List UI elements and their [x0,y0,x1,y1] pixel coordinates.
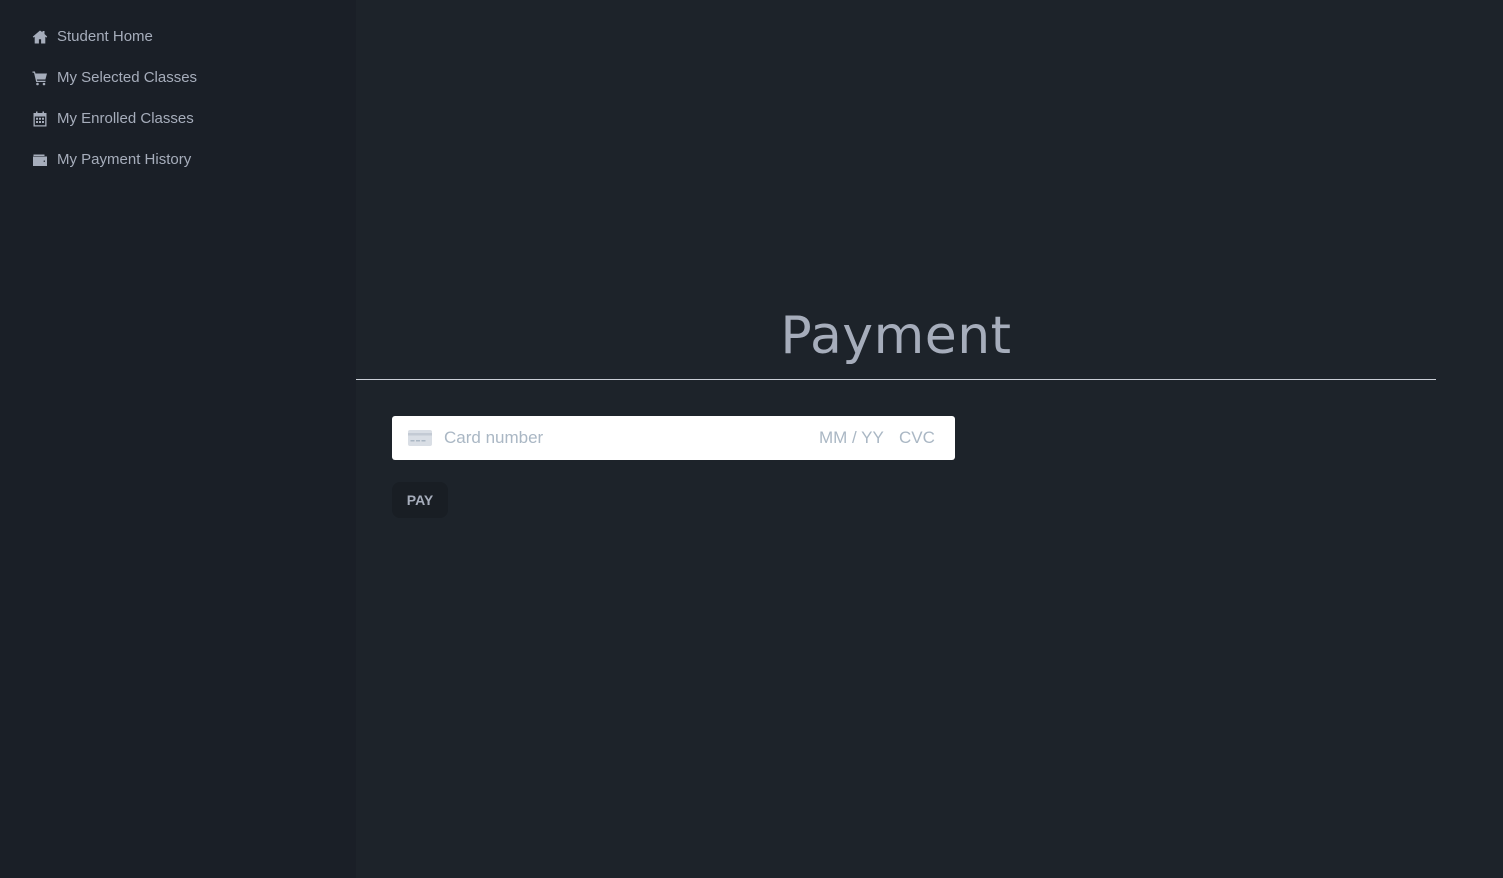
cart-icon [32,70,48,86]
sidebar-item-my-enrolled-classes[interactable]: My Enrolled Classes [0,98,356,139]
main-content: Payment PAY [356,0,1503,878]
page-title: Payment [780,306,1012,366]
sidebar-item-label: My Selected Classes [57,69,198,86]
app: Student Home My Selected Classes My Enro… [0,0,1503,878]
card-cvc-input[interactable] [899,426,939,450]
title-divider [356,379,1436,380]
card-number-input[interactable] [444,426,819,450]
sidebar: Student Home My Selected Classes My Enro… [0,0,356,878]
card-expiry-input[interactable] [819,426,893,450]
sidebar-item-label: My Payment History [57,151,192,168]
sidebar-item-label: My Enrolled Classes [57,110,194,127]
wallet-icon [32,152,48,168]
credit-card-icon [408,430,432,446]
card-input-field[interactable] [392,416,955,460]
sidebar-item-label: Student Home [57,28,153,45]
calendar-icon [32,111,48,127]
sidebar-item-student-home[interactable]: Student Home [0,16,356,57]
sidebar-item-my-payment-history[interactable]: My Payment History [0,139,356,180]
home-icon [32,29,48,45]
sidebar-item-my-selected-classes[interactable]: My Selected Classes [0,57,356,98]
pay-button[interactable]: PAY [392,482,448,518]
